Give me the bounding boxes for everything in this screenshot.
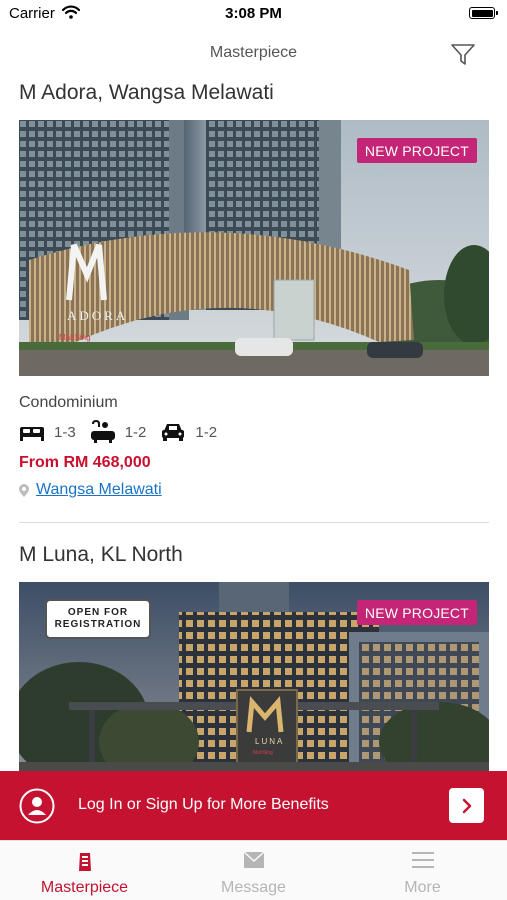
chevron-right-icon xyxy=(462,798,471,813)
tab-message[interactable]: Message xyxy=(169,841,338,900)
page-title: Masterpiece xyxy=(209,44,298,61)
registration-badge: OPEN FOR REGISTRATION xyxy=(45,599,151,639)
location-row: Wangsa Melawati xyxy=(19,481,162,499)
listing-specs: 1-3 1-2 1-2 xyxy=(19,420,231,444)
user-avatar-icon xyxy=(19,788,55,829)
login-arrow-button[interactable] xyxy=(449,788,484,823)
bathtub-icon xyxy=(90,420,116,444)
new-project-badge: NEW PROJECT xyxy=(356,138,477,163)
property-type: Condominium xyxy=(19,394,118,411)
registration-badge-line2: REGISTRATION xyxy=(54,619,142,630)
listing-title: M Luna, KL North xyxy=(19,543,183,566)
tab-bar: Masterpiece Message More xyxy=(0,840,507,900)
tab-label: Message xyxy=(221,879,286,896)
status-bar: Carrier 3:08 PM xyxy=(0,0,507,28)
sign-text: ADORA xyxy=(67,308,128,323)
building-icon xyxy=(78,853,91,871)
car-icon xyxy=(160,420,186,444)
filter-icon xyxy=(451,44,475,65)
tab-more[interactable]: More xyxy=(338,841,507,900)
listing-card[interactable]: M Adora, Wangsa Melawati ADORA MahSing N… xyxy=(19,80,489,510)
sign-text: LUNA xyxy=(255,737,284,746)
location-pin-icon xyxy=(19,483,29,497)
price: From RM 468,000 xyxy=(19,454,151,471)
login-text: Log In or Sign Up for More Benefits xyxy=(78,796,329,813)
bathrooms-value: 1-2 xyxy=(124,423,147,441)
battery-icon xyxy=(469,7,498,19)
registration-badge-line1: OPEN FOR xyxy=(67,607,129,618)
listing-image[interactable]: LUNA MahSing OPEN FOR REGISTRATION NEW P… xyxy=(19,582,489,772)
new-project-badge: NEW PROJECT xyxy=(356,600,477,625)
tab-masterpiece[interactable]: Masterpiece xyxy=(0,841,169,900)
tab-label: Masterpiece xyxy=(40,879,129,896)
sign-brand: MahSing xyxy=(253,750,273,756)
tab-label: More xyxy=(404,879,441,896)
listing-divider xyxy=(19,522,489,523)
sign-brand: MahSing xyxy=(59,333,91,342)
menu-icon xyxy=(411,852,434,868)
location-link[interactable]: Wangsa Melawati xyxy=(36,481,162,499)
filter-button[interactable] xyxy=(449,40,477,68)
listing-title: M Adora, Wangsa Melawati xyxy=(19,81,274,104)
listing-image[interactable]: ADORA MahSing NEW PROJECT xyxy=(19,120,489,376)
parking-value: 1-2 xyxy=(195,423,218,441)
login-banner[interactable]: Log In or Sign Up for More Benefits xyxy=(0,771,507,840)
bed-icon xyxy=(19,420,45,444)
clock: 3:08 PM xyxy=(225,5,282,22)
listing-card[interactable]: M Luna, KL North LUNA MahSing OPEN FOR R… xyxy=(19,542,489,772)
envelope-icon xyxy=(242,851,265,868)
bedrooms-value: 1-3 xyxy=(54,423,76,441)
nav-bar: Masterpiece xyxy=(0,36,507,72)
